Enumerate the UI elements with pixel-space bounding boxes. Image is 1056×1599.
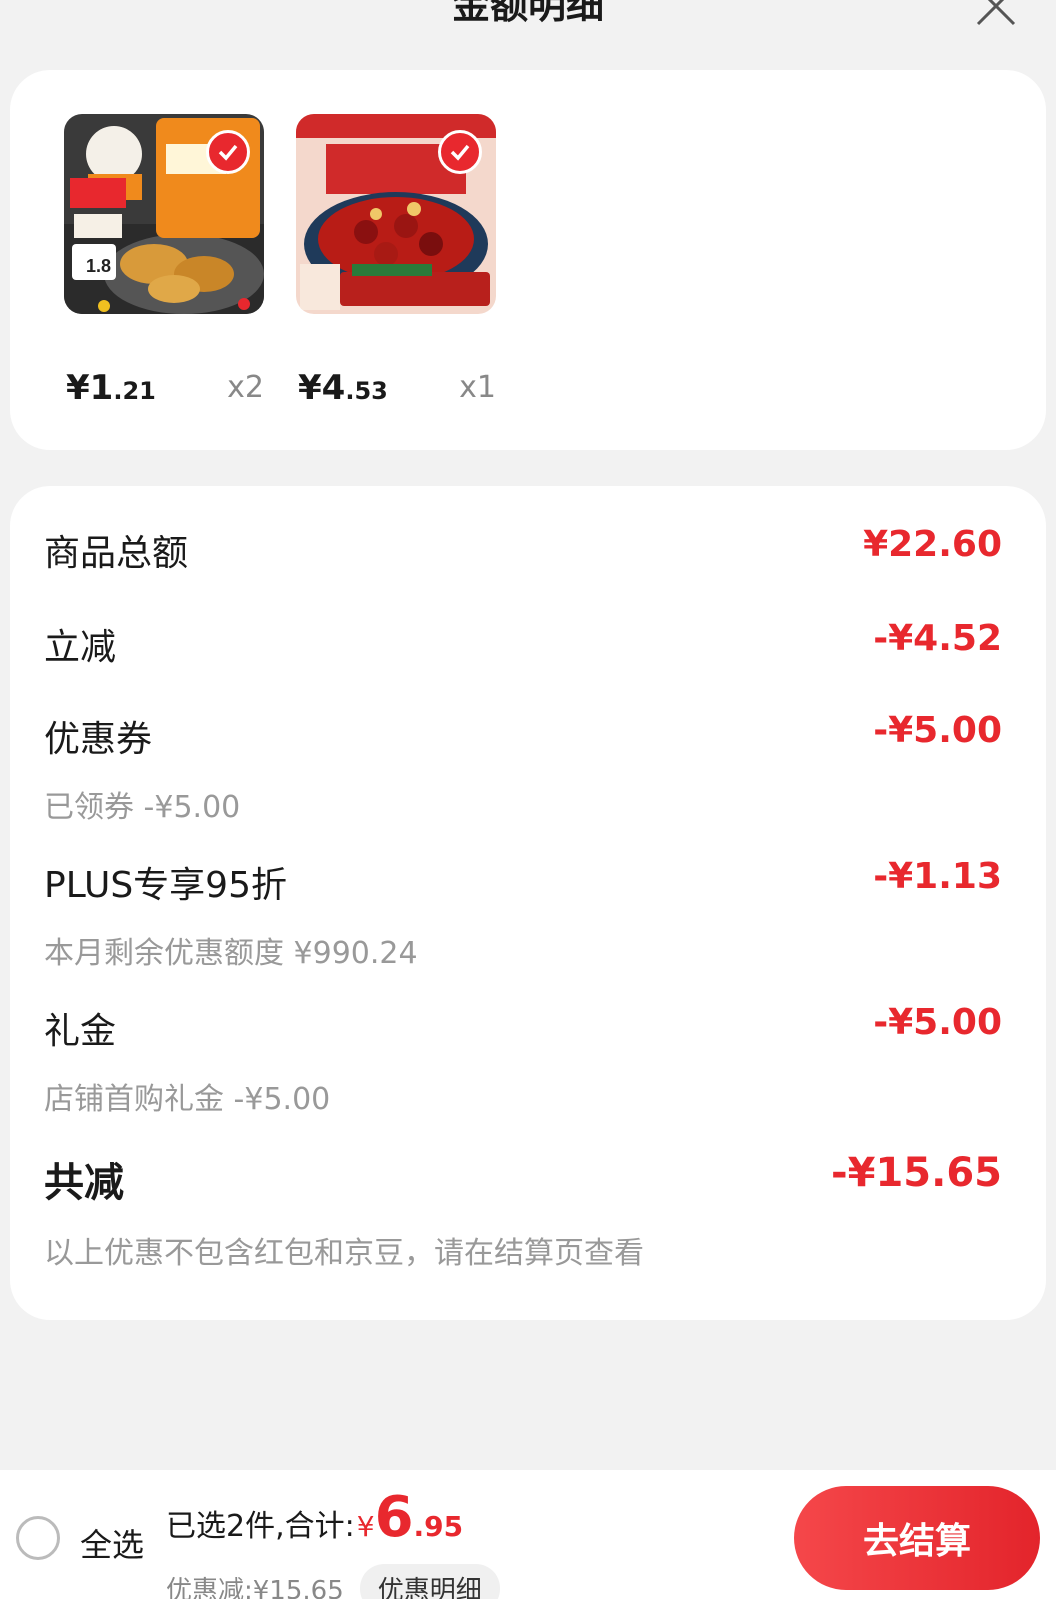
- product-item[interactable]: 1.8 ¥1.21 x2: [64, 114, 264, 408]
- bottom-bar: 全选 已选2件,合计: ¥ 6 .95 优惠减:¥15.65 优惠明细 去结算: [0, 1470, 1056, 1599]
- discount-summary: 优惠减:¥15.65 优惠明细: [166, 1564, 500, 1599]
- selected-check-icon[interactable]: [438, 130, 482, 174]
- subtotal-value: ¥22.60: [863, 524, 1002, 565]
- total-currency: ¥: [356, 1510, 375, 1543]
- plus-discount-row: PLUS专享95折 -¥1.13 本月剩余优惠额度 ¥990.24: [44, 856, 1002, 972]
- total-discount-value: -¥15.65: [831, 1150, 1002, 1196]
- coupon-value: -¥5.00: [873, 710, 1002, 751]
- product-price: ¥1.21: [66, 368, 156, 408]
- gift-label: 礼金: [44, 1011, 117, 1052]
- gift-sub: 店铺首购礼金 -¥5.00: [44, 1082, 331, 1117]
- total-discount-note: 以上优惠不包含红包和京豆，请在结算页查看: [44, 1236, 644, 1271]
- product-image[interactable]: [296, 114, 496, 314]
- discount-detail-button[interactable]: 优惠明细: [359, 1564, 500, 1599]
- checkout-button[interactable]: 去结算: [794, 1486, 1040, 1590]
- svg-text:1.8: 1.8: [86, 256, 111, 276]
- instant-discount-value: -¥4.52: [873, 618, 1002, 659]
- subtotal-label: 商品总额: [44, 533, 189, 574]
- gift-value: -¥5.00: [873, 1002, 1002, 1043]
- product-price: ¥4.53: [298, 368, 388, 408]
- page-title: 金额明细: [451, 0, 604, 27]
- subtotal-row: 商品总额 ¥22.60: [44, 524, 1002, 576]
- plus-discount-value: -¥1.13: [873, 856, 1002, 897]
- close-icon[interactable]: [972, 0, 1020, 30]
- selected-count-text: 已选2件,合计:: [166, 1509, 355, 1544]
- discount-text: 优惠减:¥15.65: [166, 1576, 344, 1599]
- products-card: 1.8 ¥1.21 x2 ¥4.53 x1: [10, 70, 1046, 450]
- select-all-radio[interactable]: [16, 1516, 60, 1560]
- total-price-int: 6: [374, 1485, 414, 1550]
- amount-detail-card: 商品总额 ¥22.60 立减 -¥4.52 优惠券 -¥5.00 已领券 -¥5…: [10, 486, 1046, 1320]
- selected-check-icon[interactable]: [206, 130, 250, 174]
- plus-discount-label: PLUS专享95折: [44, 865, 287, 906]
- select-all-label[interactable]: 全选: [80, 1520, 144, 1566]
- coupon-label: 优惠券: [44, 719, 153, 760]
- instant-discount-row: 立减 -¥4.52: [44, 618, 1002, 670]
- product-image[interactable]: 1.8: [64, 114, 264, 314]
- plus-discount-sub: 本月剩余优惠额度 ¥990.24: [44, 936, 418, 971]
- coupon-sub: 已领券 -¥5.00: [44, 790, 241, 825]
- instant-discount-label: 立减: [44, 627, 117, 668]
- coupon-row: 优惠券 -¥5.00 已领券 -¥5.00: [44, 710, 1002, 826]
- gift-row: 礼金 -¥5.00 店铺首购礼金 -¥5.00: [44, 1002, 1002, 1118]
- order-summary: 已选2件,合计: ¥ 6 .95: [166, 1490, 463, 1546]
- header: 金额明细: [0, 0, 1056, 60]
- total-price-dec: .95: [413, 1510, 464, 1543]
- total-discount-row: 共减 -¥15.65 以上优惠不包含红包和京豆，请在结算页查看: [44, 1150, 1002, 1272]
- product-item[interactable]: ¥4.53 x1: [296, 114, 496, 408]
- product-qty: x2: [227, 370, 264, 405]
- product-qty: x1: [459, 370, 496, 405]
